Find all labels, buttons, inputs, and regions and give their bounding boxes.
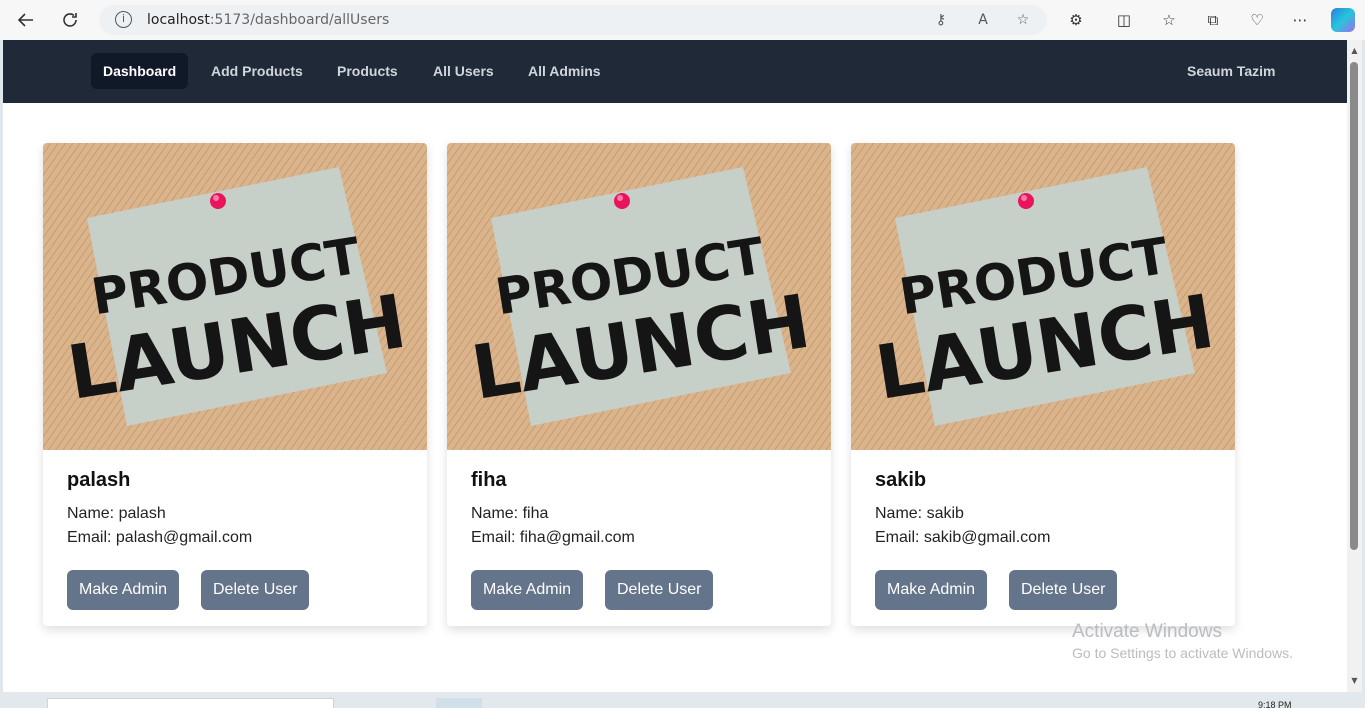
url-text[interactable]: localhost:5173/dashboard/allUsers: [147, 12, 389, 28]
delete-user-button[interactable]: Delete User: [201, 570, 310, 610]
favorite-star-icon[interactable]: ☆: [1013, 10, 1033, 30]
address-bar[interactable]: i localhost:5173/dashboard/allUsers ⚷ A …: [99, 5, 1047, 35]
split-screen-icon[interactable]: ◫: [1113, 9, 1135, 31]
product-launch-image: PRODUCT LAUNCH: [851, 143, 1235, 450]
taskbar: 9:18 PM: [0, 692, 1365, 708]
site-info-icon[interactable]: i: [115, 11, 132, 28]
product-launch-image: PRODUCT LAUNCH: [43, 143, 427, 450]
nav-add-products[interactable]: Add Products: [199, 53, 315, 89]
taskbar-search[interactable]: [47, 698, 334, 708]
browser-toolbar: i localhost:5173/dashboard/allUsers ⚷ A …: [0, 0, 1365, 40]
taskbar-app-icon[interactable]: [568, 698, 614, 708]
user-card: PRODUCT LAUNCH sakib Name: sakib Email: …: [851, 143, 1235, 626]
activate-windows-title: Activate Windows: [1072, 621, 1222, 642]
make-admin-button[interactable]: Make Admin: [875, 570, 988, 610]
read-aloud-icon[interactable]: A: [973, 10, 993, 30]
nav-dashboard[interactable]: Dashboard: [91, 53, 189, 89]
key-icon[interactable]: ⚷: [931, 10, 951, 30]
delete-user-button[interactable]: Delete User: [605, 570, 714, 610]
user-email-line: Email: sakib@gmail.com: [875, 529, 1051, 546]
extensions-icon[interactable]: ⚙: [1065, 9, 1087, 31]
activate-windows-subtitle: Go to Settings to activate Windows.: [1072, 645, 1293, 661]
top-navbar: Dashboard Add Products Products All User…: [3, 40, 1347, 103]
user-email-line: Email: palash@gmail.com: [67, 529, 253, 546]
scroll-up-icon[interactable]: ▲: [1350, 46, 1359, 55]
copilot-icon[interactable]: [1331, 8, 1355, 32]
taskbar-clock: 9:18 PM: [1258, 700, 1292, 708]
scroll-down-icon[interactable]: ▼: [1350, 676, 1359, 685]
make-admin-button[interactable]: Make Admin: [67, 570, 180, 610]
user-email-line: Email: fiha@gmail.com: [471, 529, 635, 546]
back-arrow-icon[interactable]: [12, 6, 40, 34]
current-user-name[interactable]: Seaum Tazim: [1187, 63, 1275, 79]
reload-icon[interactable]: [56, 6, 84, 34]
page-scrollbar[interactable]: ▲ ▼: [1347, 40, 1362, 692]
more-menu-icon[interactable]: ⋯: [1289, 9, 1311, 31]
favorites-icon[interactable]: ☆: [1158, 9, 1180, 31]
user-card-title: sakib: [875, 469, 927, 491]
make-admin-button[interactable]: Make Admin: [471, 570, 584, 610]
user-name-line: Name: palash: [67, 505, 166, 522]
user-card: PRODUCT LAUNCH fiha Name: fiha Email: fi…: [447, 143, 831, 626]
taskbar-app-icon[interactable]: [490, 698, 536, 708]
user-name-line: Name: fiha: [471, 505, 549, 522]
nav-all-users[interactable]: All Users: [421, 53, 506, 89]
user-card: PRODUCT LAUNCH palash Name: palash Email…: [43, 143, 427, 626]
user-card-title: palash: [67, 469, 131, 491]
collections-icon[interactable]: ⧉: [1202, 9, 1224, 31]
user-name-line: Name: sakib: [875, 505, 964, 522]
scroll-thumb[interactable]: [1350, 62, 1358, 550]
browser-essentials-icon[interactable]: ♡: [1246, 9, 1268, 31]
product-launch-image: PRODUCT LAUNCH: [447, 143, 831, 450]
nav-products[interactable]: Products: [325, 53, 410, 89]
user-card-title: fiha: [471, 469, 507, 491]
taskbar-app-icon[interactable]: [436, 698, 482, 708]
nav-all-admins[interactable]: All Admins: [516, 53, 613, 89]
delete-user-button[interactable]: Delete User: [1009, 570, 1118, 610]
page-viewport: Dashboard Add Products Products All User…: [3, 40, 1347, 692]
